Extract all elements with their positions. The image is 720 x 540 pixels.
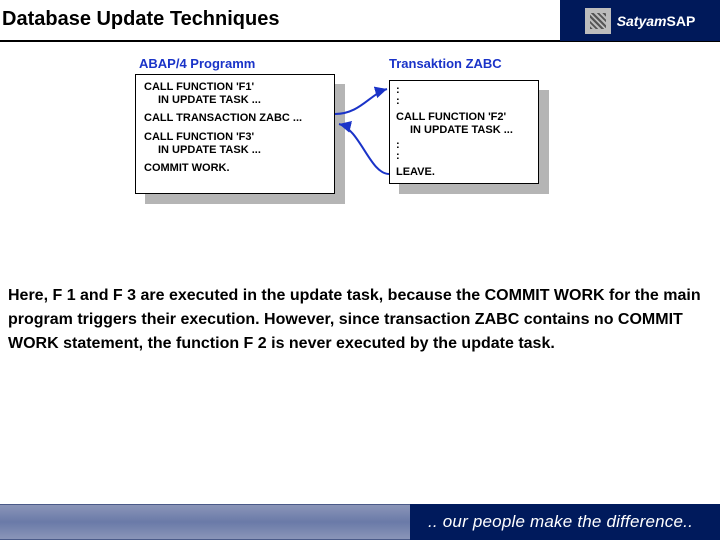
code-line: LEAVE. [396,166,532,179]
page-title: Database Update Techniques [0,0,560,41]
company-logo-icon [585,8,611,34]
code-line: IN UPDATE TASK ... [396,124,532,137]
code-dots: : [396,85,532,96]
right-code-panel: : : CALL FUNCTION 'F2' IN UPDATE TASK ..… [389,80,539,184]
explanation-text: Here, F 1 and F 3 are executed in the up… [8,284,708,356]
brand-logos: SatyamSAP [560,0,720,41]
code-line: CALL TRANSACTION ZABC ... [144,112,326,125]
brand-main: Satyam [617,13,667,29]
code-dots: : [396,151,532,162]
slide-footer: .. our people make the difference.. [0,504,720,540]
code-line: CALL FUNCTION 'F2' [396,111,532,124]
slide-header: Database Update Techniques SatyamSAP [0,0,720,42]
code-dots: : [396,96,532,107]
code-dots: : [396,140,532,151]
left-code-panel: CALL FUNCTION 'F1' IN UPDATE TASK ... CA… [135,74,335,194]
code-line: COMMIT WORK. [144,162,326,175]
left-panel-label: ABAP/4 Programm [139,56,255,71]
brand-sub: SAP [667,13,696,29]
brand-text: SatyamSAP [617,13,696,29]
diagram: ABAP/4 Programm Transaktion ZABC CALL FU… [135,74,551,244]
right-panel-label: Transaktion ZABC [389,56,502,71]
code-line: IN UPDATE TASK ... [144,94,326,107]
code-line: CALL FUNCTION 'F1' [144,81,326,94]
footer-tagline: .. our people make the difference.. [410,504,720,540]
footer-stripe [0,504,410,540]
code-line: CALL FUNCTION 'F3' [144,131,326,144]
code-line: IN UPDATE TASK ... [144,144,326,157]
